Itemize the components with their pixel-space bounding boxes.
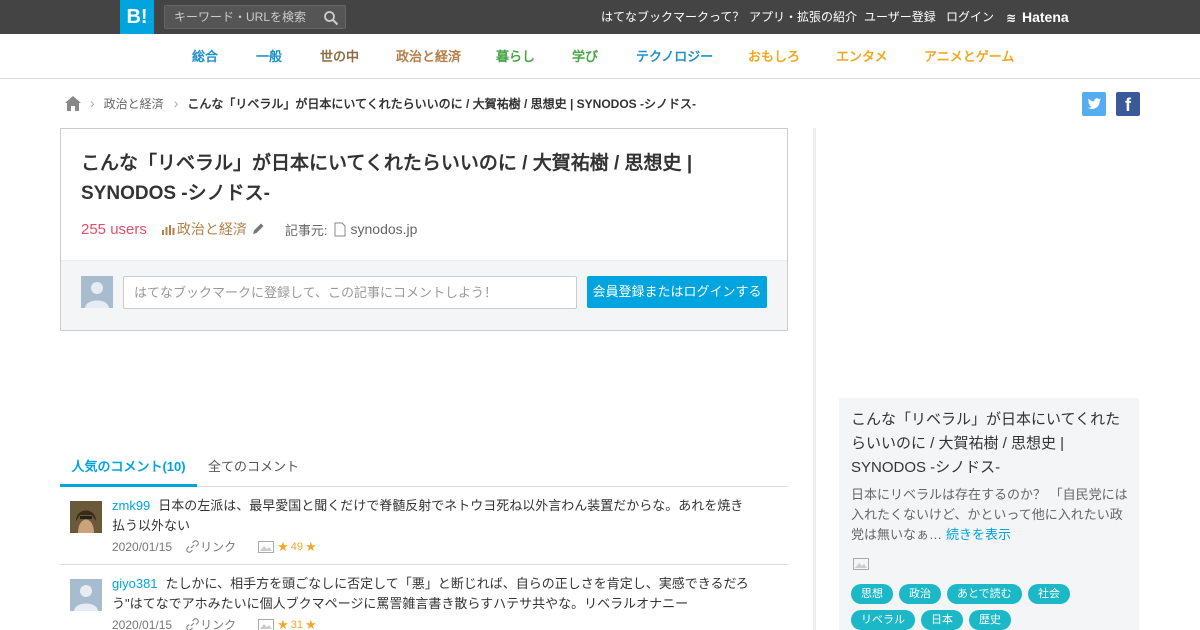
chevron-right-icon: › bbox=[173, 95, 179, 111]
category-item[interactable]: アニメとゲーム bbox=[924, 34, 1014, 79]
star-icon: ★ bbox=[277, 616, 289, 630]
add-star-icon[interactable]: ★ bbox=[305, 539, 317, 555]
source-label: 記事元: bbox=[284, 222, 328, 238]
link-icon bbox=[186, 618, 199, 630]
star-count[interactable]: 49 bbox=[291, 541, 303, 553]
breadcrumb: › 政治と経済 › こんな「リベラル」が日本にいてくれたらいいのに / 大賀祐樹… bbox=[64, 94, 696, 112]
comment-date[interactable]: 2020/01/15 bbox=[112, 540, 172, 554]
search-box[interactable] bbox=[164, 5, 346, 29]
pencil-icon[interactable] bbox=[251, 222, 265, 236]
nav-about[interactable]: はてなブックマークって？ bbox=[601, 0, 744, 34]
breadcrumb-title: こんな「リベラル」が日本にいてくれたらいいのに / 大賀祐樹 / 思想史 | S… bbox=[187, 96, 697, 111]
comment-tabs: 人気のコメント(10) 全てのコメント bbox=[60, 452, 788, 487]
comment-item: giyo381 たしかに、相手方を頭ごなしに否定して「悪」と断じれば、自らの正しさ… bbox=[60, 565, 788, 630]
star-count[interactable]: 31 bbox=[291, 619, 303, 630]
star-icon: ★ bbox=[277, 538, 289, 554]
tag[interactable]: あとで読む bbox=[947, 584, 1022, 604]
nav-apps[interactable]: アプリ・拡張の紹介 bbox=[749, 0, 857, 34]
tag[interactable]: 政治 bbox=[899, 584, 941, 604]
card-description: 日本にリベラルは存在するのか？ 「自民党には入れたくないけど、かといって他に入れ… bbox=[851, 487, 1128, 542]
comment-user[interactable]: zmk99 bbox=[112, 498, 150, 513]
home-icon[interactable] bbox=[64, 95, 82, 112]
entry-box: こんな「リベラル」が日本にいてくれたらいいのに / 大賀祐樹 / 思想史 | S… bbox=[60, 128, 788, 331]
comment-item: zmk99 日本の左派は、最早愛国と聞くだけで脊髄反射でネトウヨ死ね以外言わん装置… bbox=[60, 487, 788, 565]
category-nav: 総合 一般 世の中 政治と経済 暮らし 学び テクノロジー おもしろ エンタメ … bbox=[0, 34, 1200, 79]
category-item[interactable]: 世の中 bbox=[320, 34, 359, 79]
top-bar: B! はてなブックマークって？ アプリ・拡張の紹介 ユーザー登録 ログイン ≋H… bbox=[0, 0, 1200, 34]
facebook-share-button[interactable]: f bbox=[1116, 92, 1140, 116]
tab-all-comments[interactable]: 全てのコメント bbox=[208, 452, 299, 487]
comment-input[interactable]: はてなブックマークに登録して、この記事にコメントしよう！ bbox=[123, 276, 577, 309]
twitter-share-button[interactable] bbox=[1082, 92, 1106, 116]
comment-form: はてなブックマークに登録して、この記事にコメントしよう！ 会員登録またはログイン… bbox=[61, 260, 787, 330]
entry-title[interactable]: こんな「リベラル」が日本にいてくれたらいいのに / 大賀祐樹 / 思想史 | S… bbox=[81, 149, 741, 209]
comment-date[interactable]: 2020/01/15 bbox=[112, 618, 172, 630]
chevron-right-icon: › bbox=[90, 95, 95, 111]
card-title[interactable]: こんな「リベラル」が日本にいてくれたらいいのに / 大賀祐樹 / 思想史 | S… bbox=[851, 408, 1131, 480]
source-host[interactable]: synodos.jp bbox=[351, 221, 418, 237]
tag[interactable]: 思想 bbox=[851, 584, 893, 604]
nav-register[interactable]: ユーザー登録 bbox=[864, 0, 936, 34]
read-more-link[interactable]: 続きを表示 bbox=[946, 527, 1011, 542]
search-icon[interactable] bbox=[323, 10, 339, 26]
image-icon[interactable] bbox=[258, 540, 275, 553]
category-item[interactable]: 政治と経済 bbox=[396, 34, 461, 79]
category-item[interactable]: 学び bbox=[572, 34, 598, 79]
comment-body: zmk99 日本の左派は、最早愛国と聞くだけで脊髄反射でネトウヨ死ね以外言わん装置… bbox=[112, 496, 752, 536]
entry-summary-card: こんな「リベラル」が日本にいてくれたらいいのに / 大賀祐樹 / 思想史 | S… bbox=[839, 398, 1139, 630]
column-divider bbox=[813, 128, 816, 630]
add-star-icon[interactable]: ★ bbox=[305, 617, 317, 630]
bar-chart-icon bbox=[161, 225, 175, 235]
entry-category[interactable]: 政治と経済 bbox=[161, 219, 265, 239]
document-icon bbox=[334, 222, 345, 236]
category-item[interactable]: 暮らし bbox=[496, 34, 535, 79]
tag[interactable]: リベラル bbox=[851, 610, 915, 630]
tag[interactable]: 社会 bbox=[1028, 584, 1070, 604]
comment-link[interactable]: リンク bbox=[200, 538, 236, 555]
twitter-icon bbox=[1087, 98, 1101, 109]
category-item[interactable]: 一般 bbox=[256, 34, 282, 79]
comment-user[interactable]: giyo381 bbox=[112, 576, 158, 591]
hatena-bookmark-logo[interactable]: B! bbox=[120, 0, 154, 34]
avatar[interactable] bbox=[70, 501, 102, 533]
users-count[interactable]: 255 users bbox=[81, 221, 147, 238]
avatar bbox=[81, 276, 113, 308]
link-icon bbox=[186, 540, 199, 553]
tag[interactable]: 日本 bbox=[921, 610, 963, 630]
comment-footer: 2020/01/15 リンク ★ 49 ★ bbox=[112, 538, 317, 555]
facebook-icon: f bbox=[1125, 95, 1131, 115]
tag[interactable]: 歴史 bbox=[969, 610, 1011, 630]
category-item[interactable]: テクノロジー bbox=[636, 34, 713, 79]
comment-text: たしかに、相手方を頭ごなしに否定して「悪」と断じれば、自らの正しさを肯定し、実感… bbox=[112, 576, 749, 611]
comment-footer: 2020/01/15 リンク ★ 31 ★ bbox=[112, 616, 317, 630]
search-input[interactable] bbox=[165, 6, 315, 28]
hatena-mark-icon: ≋ bbox=[1006, 11, 1017, 25]
user-silhouette-icon bbox=[85, 282, 109, 308]
nav-login[interactable]: ログイン bbox=[946, 0, 994, 34]
image-icon[interactable] bbox=[853, 558, 869, 570]
category-item[interactable]: 総合 bbox=[192, 34, 218, 79]
breadcrumb-category[interactable]: 政治と経済 bbox=[104, 95, 164, 112]
register-login-button[interactable]: 会員登録またはログインする bbox=[587, 276, 767, 308]
avatar[interactable] bbox=[70, 579, 102, 611]
category-item[interactable]: エンタメ bbox=[836, 34, 888, 79]
comment-link[interactable]: リンク bbox=[200, 616, 236, 630]
comment-body: giyo381 たしかに、相手方を頭ごなしに否定して「悪」と断じれば、自らの正しさ… bbox=[112, 574, 752, 614]
entry-meta: 255 users 政治と経済 記事元: synodos.jp bbox=[81, 219, 417, 239]
image-icon[interactable] bbox=[258, 618, 275, 630]
comment-text: 日本の左派は、最早愛国と聞くだけで脊髄反射でネトウヨ死ね以外言わん装置だからな。… bbox=[112, 498, 744, 533]
hatena-logo[interactable]: ≋ Hatena bbox=[1006, 0, 1069, 34]
tab-popular-comments[interactable]: 人気のコメント(10) bbox=[60, 452, 197, 487]
category-item[interactable]: おもしろ bbox=[748, 34, 800, 79]
